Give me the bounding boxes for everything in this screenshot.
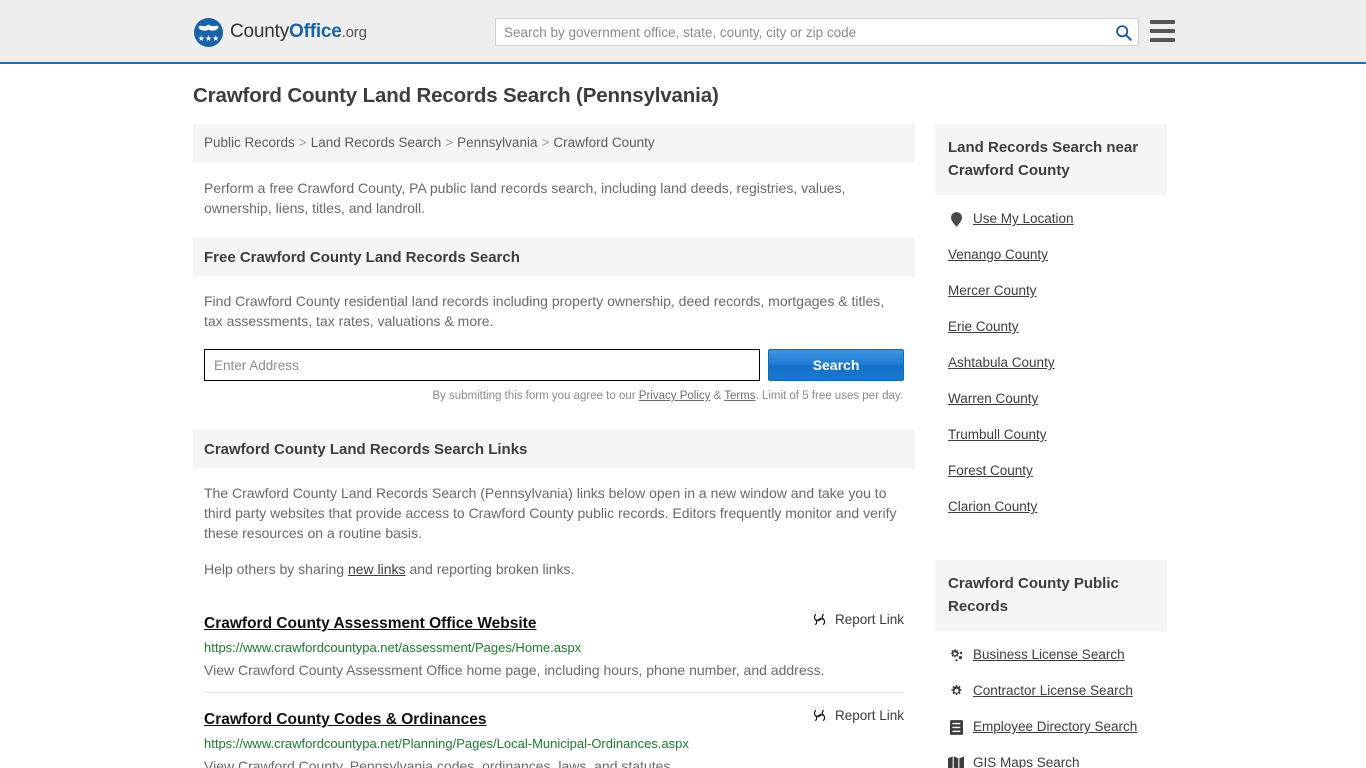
search-button[interactable]: [1108, 19, 1138, 45]
sidebar-item-contractor-license-search[interactable]: Contractor License Search: [935, 673, 1167, 709]
sidebar-item-business-license-search[interactable]: Business License Search: [935, 637, 1167, 673]
page-intro-text: Perform a free Crawford County, PA publi…: [204, 180, 846, 216]
page-body: Crawford County Land Records Search (Pen…: [0, 64, 1366, 768]
sidebar-item-label[interactable]: Ashtabula County: [948, 354, 1055, 372]
new-links-link[interactable]: new links: [348, 561, 406, 577]
breadcrumb-item-public-records[interactable]: Public Records: [204, 135, 295, 150]
search-links-paragraph: The Crawford County Land Records Search …: [204, 485, 897, 541]
public-records-block: Crawford County Public Records Business …: [935, 560, 1167, 768]
breadcrumb: Public Records > Land Records Search > Penns…: [193, 124, 915, 162]
sidebar-item-label[interactable]: Clarion County: [948, 498, 1037, 516]
disclaimer-pre: By submitting this form you agree to our: [432, 390, 639, 402]
sidebar-item-label[interactable]: Venango County: [948, 246, 1048, 264]
sidebar-item-label[interactable]: Use My Location: [973, 210, 1074, 228]
result-title-link[interactable]: Crawford County Assessment Office Websit…: [204, 615, 536, 633]
sidebar-item-venango-county[interactable]: Venango County: [935, 237, 1167, 273]
hamburger-bar: [1150, 29, 1175, 33]
global-search-input[interactable]: [496, 19, 1108, 45]
sidebar-item-label[interactable]: Trumbull County: [948, 426, 1047, 444]
help-pre: Help others by sharing: [204, 561, 348, 577]
list-item: Crawford County Assessment Office Websit…: [204, 601, 904, 692]
help-post: and reporting broken links.: [405, 561, 575, 577]
sidebar-item-clarion-county[interactable]: Clarion County: [935, 489, 1167, 525]
map-pin-icon: [948, 211, 964, 227]
sidebar-item-mercer-county[interactable]: Mercer County: [935, 273, 1167, 309]
global-search-bar[interactable]: [495, 18, 1139, 46]
brand-part-org: .org: [341, 24, 367, 41]
breadcrumb-separator: >: [445, 135, 454, 150]
sidebar-item-label[interactable]: Business License Search: [973, 646, 1125, 664]
result-url: https://www.crawfordcountypa.net/assessm…: [204, 640, 582, 655]
sidebar-item-employee-directory-search[interactable]: Employee Directory Search: [935, 709, 1167, 745]
search-icon: [1115, 24, 1132, 41]
sidebar-item-label[interactable]: Forest County: [948, 462, 1033, 480]
main-content: Public Records > Land Records Search > Penns…: [193, 124, 915, 768]
free-search-description: Find Crawford County residential land re…: [204, 293, 885, 329]
result-description: View Crawford County, Pennsylvania codes…: [204, 758, 675, 768]
gears-icon: [948, 648, 964, 663]
public-records-heading: Crawford County Public Records: [935, 560, 1167, 631]
site-header: ★★★ CountyOffice.org: [0, 0, 1366, 64]
search-links-heading: Crawford County Land Records Search Link…: [193, 430, 915, 469]
book-icon: [948, 719, 964, 735]
breadcrumb-item-land-records-search[interactable]: Land Records Search: [311, 135, 442, 150]
brand-part-county: County: [230, 21, 290, 42]
broken-link-icon: [813, 614, 826, 625]
hamburger-bar: [1150, 20, 1175, 24]
brand-wordmark: CountyOffice.org: [230, 21, 367, 44]
report-link-label: Report Link: [834, 708, 904, 723]
sidebar-item-label[interactable]: Warren County: [948, 390, 1038, 408]
search-links-panel: Crawford County Land Records Search Link…: [193, 430, 915, 579]
breadcrumb-separator: >: [298, 135, 307, 150]
brand-part-office: Office: [289, 21, 342, 42]
breadcrumb-separator: >: [541, 135, 550, 150]
list-item: Crawford County Codes & Ordinances Repor…: [204, 692, 904, 768]
stars-icon: ★★★: [197, 34, 220, 43]
sidebar-item-label[interactable]: Mercer County: [948, 282, 1037, 300]
breadcrumb-item-pennsylvania[interactable]: Pennsylvania: [457, 135, 537, 150]
nearby-searches-block: Land Records Search near Crawford County…: [935, 124, 1167, 525]
sidebar-item-trumbull-county[interactable]: Trumbull County: [935, 417, 1167, 453]
nearby-searches-heading: Land Records Search near Crawford County: [935, 124, 1167, 195]
report-link-label: Report Link: [834, 612, 904, 627]
disclaimer-post: . Limit of 5 free uses per day.: [755, 390, 903, 402]
sidebar-item-gis-maps-search[interactable]: GIS Maps Search: [935, 745, 1167, 768]
sidebar-item-label[interactable]: GIS Maps Search: [973, 754, 1080, 768]
sidebar-item-warren-county[interactable]: Warren County: [935, 381, 1167, 417]
hamburger-menu-icon[interactable]: [1150, 20, 1175, 42]
result-title-link[interactable]: Crawford County Codes & Ordinances: [204, 711, 486, 729]
report-link-button[interactable]: Report Link: [797, 611, 904, 628]
hamburger-bar: [1150, 38, 1175, 42]
result-url: https://www.crawfordcountypa.net/Plannin…: [204, 736, 689, 751]
privacy-policy-link[interactable]: Privacy Policy: [639, 390, 711, 402]
search-links-help: Help others by sharing new links and rep…: [204, 559, 904, 579]
page-title: Crawford County Land Records Search (Pen…: [193, 84, 719, 107]
eagle-shield-logo-icon: ★★★: [194, 18, 223, 47]
sidebar-item-ashtabula-county[interactable]: Ashtabula County: [935, 345, 1167, 381]
address-input[interactable]: [204, 349, 761, 381]
result-description: View Crawford County Assessment Office h…: [204, 662, 825, 678]
terms-link[interactable]: Terms: [724, 390, 755, 402]
disclaimer-amp: &: [710, 390, 725, 402]
broken-link-icon: [813, 710, 826, 721]
free-search-heading: Free Crawford County Land Records Search: [193, 238, 915, 277]
sidebar-item-label[interactable]: Contractor License Search: [973, 682, 1133, 700]
sidebar-item-use-my-location[interactable]: Use My Location: [935, 201, 1167, 237]
sidebar: Land Records Search near Crawford County…: [935, 124, 1167, 768]
address-search-button[interactable]: Search: [768, 349, 904, 381]
sidebar-item-forest-county[interactable]: Forest County: [935, 453, 1167, 489]
form-disclaimer: By submitting this form you agree to our…: [204, 381, 904, 404]
free-search-panel: Free Crawford County Land Records Search…: [193, 238, 915, 404]
gear-icon: [948, 684, 964, 699]
sidebar-item-label[interactable]: Employee Directory Search: [973, 718, 1137, 736]
breadcrumb-item-crawford-county: Crawford County: [553, 135, 655, 150]
site-logo-link[interactable]: ★★★ CountyOffice.org: [194, 18, 367, 47]
sidebar-item-label[interactable]: Erie County: [948, 318, 1019, 336]
link-results-list: Crawford County Assessment Office Websit…: [193, 601, 915, 768]
address-search-form: Search: [204, 349, 904, 381]
map-icon: [948, 756, 964, 768]
report-link-button[interactable]: Report Link: [797, 707, 904, 724]
sidebar-item-erie-county[interactable]: Erie County: [935, 309, 1167, 345]
